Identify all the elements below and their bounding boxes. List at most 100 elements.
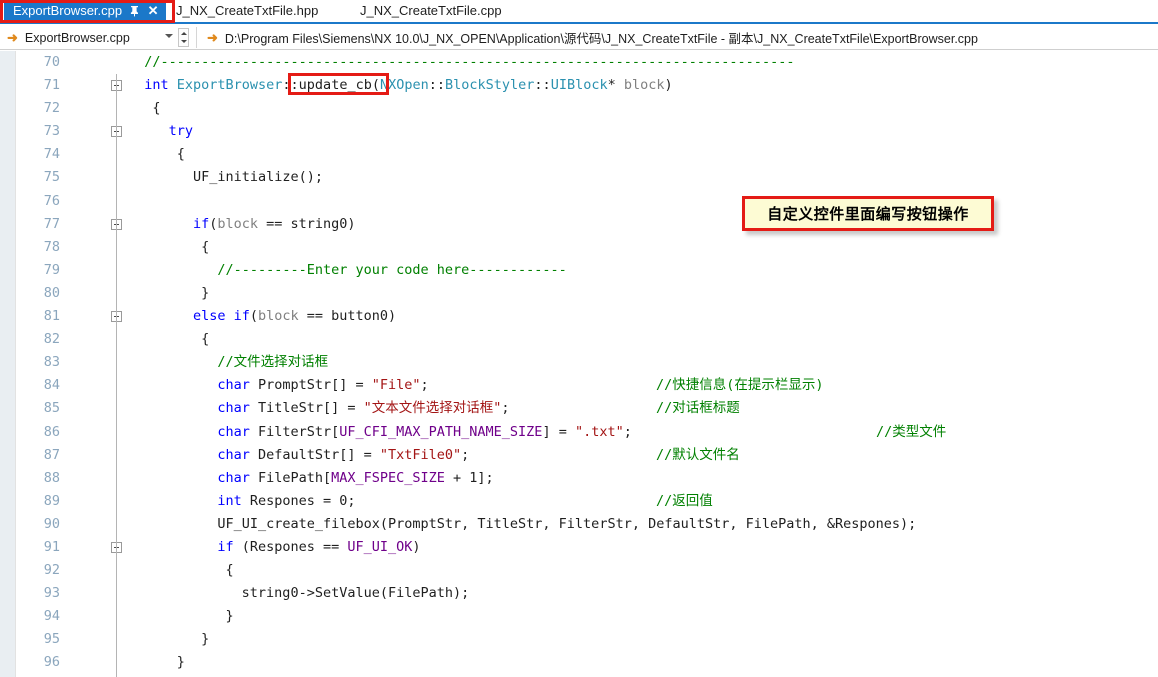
inline-comment: //默认文件名 xyxy=(656,446,740,463)
line-number: 70 xyxy=(43,54,60,70)
code-line[interactable]: 91 if (Respones == UF_UI_OK) xyxy=(16,535,1158,560)
code-text: } xyxy=(176,654,185,671)
close-icon[interactable]: ✕ xyxy=(147,4,159,17)
line-number: 85 xyxy=(43,400,60,417)
code-line[interactable]: 88 char FilePath[MAX_FSPEC_SIZE + 1]; xyxy=(16,466,1158,490)
inline-comment: //返回值 xyxy=(656,492,713,509)
collapse-guide-line xyxy=(116,535,117,560)
code-editor[interactable]: 70 //------------------------------------… xyxy=(0,51,1158,677)
line-number: 80 xyxy=(43,284,60,301)
callout-annotation: 自定义控件里面编写按钮操作 xyxy=(742,196,994,231)
line-number: 84 xyxy=(43,377,60,394)
collapse-guide-line xyxy=(116,466,117,490)
collapse-guide-line xyxy=(116,235,117,259)
code-line[interactable]: 86 char FilterStr[UF_CFI_MAX_PATH_NAME_SI… xyxy=(16,420,1158,444)
line-number: 76 xyxy=(43,192,60,209)
code-surface[interactable]: 70 //------------------------------------… xyxy=(16,51,1158,677)
tab-label: J_NX_CreateTxtFile.hpp xyxy=(176,3,319,18)
code-text: { xyxy=(176,146,185,163)
code-text: { xyxy=(152,100,161,117)
collapse-guide-line xyxy=(116,351,117,375)
collapse-guide-line xyxy=(116,305,117,329)
code-line[interactable]: 79 //---------Enter your code here-------… xyxy=(16,258,1158,282)
code-text: { xyxy=(201,331,210,348)
pin-icon[interactable] xyxy=(129,5,140,17)
code-line[interactable]: 78 { xyxy=(16,235,1158,259)
code-line[interactable]: 95} xyxy=(16,628,1158,652)
inline-comment: //快捷信息(在提示栏显示) xyxy=(656,377,824,394)
collapse-guide-line xyxy=(116,443,117,467)
code-text: char DefaultStr[] = "TxtFile0"; xyxy=(217,446,470,463)
arrow-right-icon: ➜ xyxy=(207,29,218,45)
code-text: char FilterStr[UF_CFI_MAX_PATH_NAME_SIZE… xyxy=(217,423,632,440)
code-line[interactable]: 85 char TitleStr[] = "文本文件选择对话框"; //对话框标题 xyxy=(16,397,1158,421)
code-text: if(block == string0) xyxy=(192,215,356,232)
line-number: 91 xyxy=(43,538,60,555)
line-number: 82 xyxy=(43,331,60,348)
code-text: try xyxy=(168,123,193,140)
code-text: } xyxy=(225,608,234,625)
inline-comment: //对话框标题 xyxy=(656,400,740,417)
code-line[interactable]: 90 UF_UI_create_filebox(PromptStr, TitleS… xyxy=(16,512,1158,536)
code-line[interactable]: 71 int ExportBrowser::update_cb(NXOpen::B… xyxy=(16,74,1158,98)
code-line[interactable]: 73 try xyxy=(16,120,1158,144)
spinner-updown-icon[interactable] xyxy=(178,28,189,47)
code-text: UF_UI_create_filebox(PromptStr, TitleStr… xyxy=(217,515,917,532)
code-line[interactable]: 75 UF_initialize(); xyxy=(16,166,1158,190)
code-line[interactable]: 82 { xyxy=(16,328,1158,352)
code-line[interactable]: 80} xyxy=(16,281,1158,306)
collapse-guide-line xyxy=(116,628,117,652)
file-path-bar[interactable]: ➜ D:\Program Files\Siemens\NX 10.0\J_NX_… xyxy=(200,26,1158,49)
code-text: char PromptStr[] = "File"; xyxy=(217,377,429,394)
collapse-guide-line xyxy=(116,512,117,536)
line-number: 73 xyxy=(43,123,60,140)
code-line[interactable]: 74 { xyxy=(16,143,1158,167)
code-line[interactable]: 94} xyxy=(16,605,1158,629)
code-text: int Respones = 0; xyxy=(217,492,356,509)
collapse-guide-line xyxy=(116,328,117,352)
line-number: 83 xyxy=(43,354,60,371)
code-line[interactable]: 87 char DefaultStr[] = "TxtFile0"; //默认文件名 xyxy=(16,443,1158,467)
line-number: 72 xyxy=(43,100,60,117)
code-line[interactable]: 84 char PromptStr[] = "File"; //快捷信息(在提示栏显… xyxy=(16,374,1158,398)
line-number: 77 xyxy=(43,215,60,232)
scope-dropdown[interactable]: ➜ ExportBrowser.cpp xyxy=(0,26,195,49)
code-text: UF_initialize(); xyxy=(192,169,323,186)
indicator-margin[interactable] xyxy=(0,51,16,677)
code-line[interactable]: 93 string0->SetValue(FilePath); xyxy=(16,582,1158,606)
tab-j-nx-createtxtfile-cpp[interactable]: J_NX_CreateTxtFile.cpp xyxy=(352,0,510,22)
code-text: //--------------------------------------… xyxy=(144,54,795,70)
line-number: 87 xyxy=(43,446,60,463)
code-line[interactable]: 81 else if(block == button0) xyxy=(16,305,1158,329)
tab-export-browser-cpp[interactable]: ExportBrowser.cpp ✕ xyxy=(4,0,167,22)
tab-label: J_NX_CreateTxtFile.cpp xyxy=(360,3,502,18)
line-number: 94 xyxy=(43,608,60,625)
code-text: int ExportBrowser::update_cb(NXOpen::Blo… xyxy=(144,77,673,94)
code-line[interactable]: 96} xyxy=(16,651,1158,675)
tab-j-nx-createtxtfile-hpp[interactable]: J_NX_CreateTxtFile.hpp xyxy=(168,0,326,22)
code-line[interactable]: 92 { xyxy=(16,559,1158,583)
collapse-guide-line xyxy=(116,582,117,606)
line-number: 88 xyxy=(43,469,60,486)
code-text: if (Respones == UF_UI_OK) xyxy=(217,538,421,555)
code-line[interactable]: 83 //文件选择对话框 xyxy=(16,351,1158,375)
inline-comment: //类型文件 xyxy=(876,423,947,440)
line-number: 86 xyxy=(43,423,60,440)
arrow-right-icon: ➜ xyxy=(7,29,18,45)
navbar-divider xyxy=(196,27,197,48)
collapse-guide-line xyxy=(116,397,117,421)
line-number: 78 xyxy=(43,238,60,255)
scope-label: ExportBrowser.cpp xyxy=(24,30,130,45)
code-text: { xyxy=(201,238,210,255)
code-text: } xyxy=(201,631,210,648)
code-line[interactable]: 89 int Respones = 0; //返回值 xyxy=(16,489,1158,513)
chevron-down-icon[interactable] xyxy=(165,34,173,38)
collapse-guide-line xyxy=(116,489,117,513)
code-text: char TitleStr[] = "文本文件选择对话框"; xyxy=(217,400,510,417)
collapse-guide-line xyxy=(116,212,117,236)
code-line[interactable]: 70 //------------------------------------… xyxy=(16,51,1158,74)
collapse-guide-line xyxy=(116,420,117,444)
callout-text: 自定义控件里面编写按钮操作 xyxy=(767,205,969,223)
line-number: 75 xyxy=(43,169,60,186)
code-line[interactable]: 72 { xyxy=(16,97,1158,121)
